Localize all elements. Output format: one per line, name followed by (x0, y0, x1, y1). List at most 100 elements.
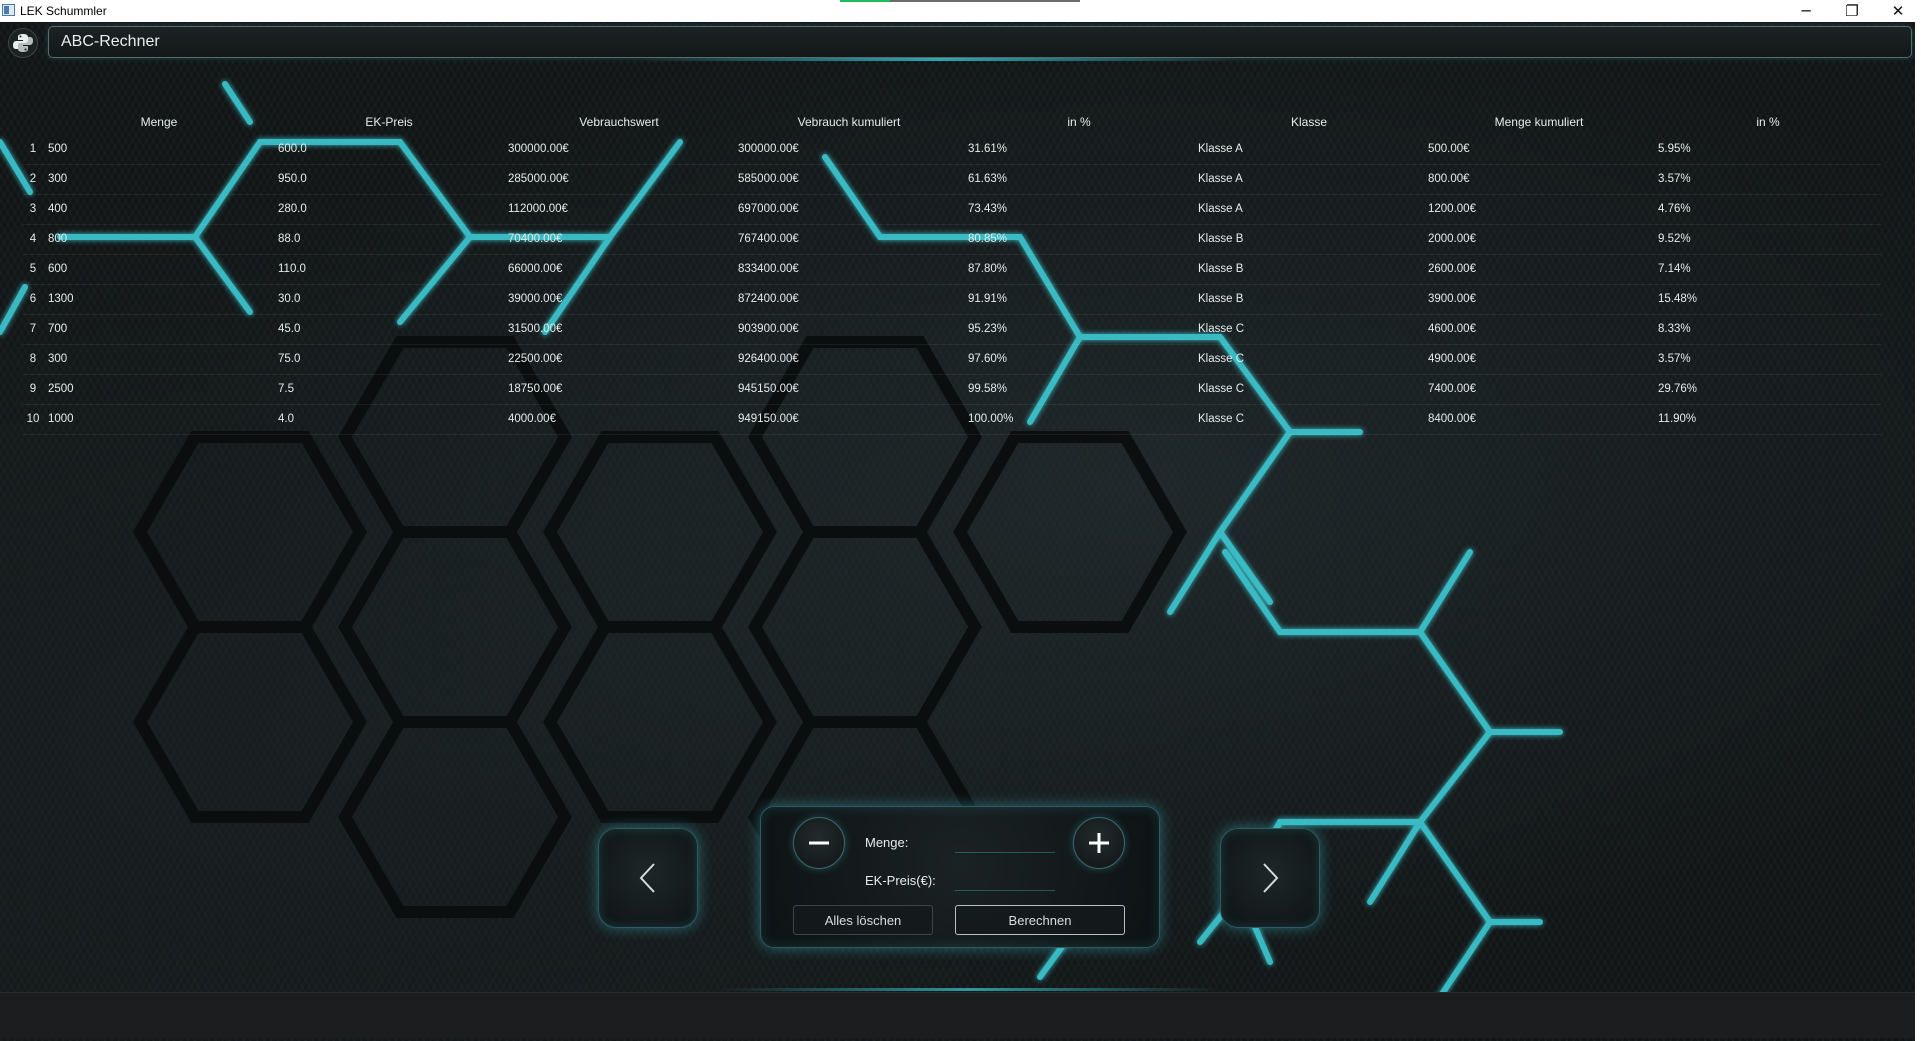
cell-menge-in-percent[interactable]: 5.95% (1654, 134, 1882, 165)
cell-menge-in-percent[interactable]: 3.57% (1654, 344, 1882, 375)
cell-in-percent[interactable]: 99.58% (964, 374, 1194, 405)
cell-in-percent[interactable]: 95.23% (964, 314, 1194, 345)
cell-menge[interactable]: 500 (44, 134, 274, 165)
cell-klasse[interactable]: Klasse B (1194, 284, 1424, 315)
table-row[interactable]: 3 400 280.0 112000.00€ 697000.00€ 73.43% Klass… (22, 194, 1882, 225)
cell-menge[interactable]: 700 (44, 314, 274, 345)
cell-in-percent[interactable]: 31.61% (964, 134, 1194, 165)
cell-menge[interactable]: 2500 (44, 374, 274, 405)
cell-verbrauchswert[interactable]: 39000.00€ (504, 284, 734, 315)
cell-ek-preis[interactable]: 280.0 (274, 194, 504, 225)
cell-verbrauch-kumuliert[interactable]: 949150.00€ (734, 404, 964, 435)
cell-verbrauchswert[interactable]: 70400.00€ (504, 224, 734, 255)
cell-ek-preis[interactable]: 30.0 (274, 284, 504, 315)
table-row[interactable]: 7 700 45.0 31500.00€ 903900.00€ 95.23% Klasse … (22, 314, 1882, 345)
cell-klasse[interactable]: Klasse A (1194, 134, 1424, 165)
table-row[interactable]: 8 300 75.0 22500.00€ 926400.00€ 97.60% Klasse … (22, 344, 1882, 375)
cell-verbrauch-kumuliert[interactable]: 903900.00€ (734, 314, 964, 345)
table-row[interactable]: 5 600 110.0 66000.00€ 833400.00€ 87.80% Klasse… (22, 254, 1882, 285)
cell-menge-kumuliert[interactable]: 500.00€ (1424, 134, 1654, 165)
column-header-menge[interactable]: Menge (44, 110, 274, 134)
table-row[interactable]: 4 800 88.0 70400.00€ 767400.00€ 80.85% Klasse … (22, 224, 1882, 255)
next-button[interactable] (1220, 828, 1320, 928)
cell-verbrauch-kumuliert[interactable]: 945150.00€ (734, 374, 964, 405)
increment-button[interactable] (1073, 817, 1125, 869)
table-row[interactable]: 9 2500 7.5 18750.00€ 945150.00€ 99.58% Klasse … (22, 374, 1882, 405)
column-header-menge-kumuliert[interactable]: Menge kumuliert (1424, 110, 1654, 134)
cell-verbrauch-kumuliert[interactable]: 833400.00€ (734, 254, 964, 285)
cell-in-percent[interactable]: 73.43% (964, 194, 1194, 225)
cell-ek-preis[interactable]: 75.0 (274, 344, 504, 375)
column-header-klasse[interactable]: Klasse (1194, 110, 1424, 134)
cell-menge[interactable]: 600 (44, 254, 274, 285)
cell-ek-preis[interactable]: 4.0 (274, 404, 504, 435)
cell-klasse[interactable]: Klasse C (1194, 404, 1424, 435)
cell-verbrauchswert[interactable]: 18750.00€ (504, 374, 734, 405)
cell-verbrauchswert[interactable]: 22500.00€ (504, 344, 734, 375)
cell-menge-in-percent[interactable]: 4.76% (1654, 194, 1882, 225)
window-titlebar[interactable]: LEK Schummler ─ ❐ ✕ (0, 0, 1921, 22)
cell-klasse[interactable]: Klasse A (1194, 164, 1424, 195)
cell-verbrauch-kumuliert[interactable]: 697000.00€ (734, 194, 964, 225)
cell-menge-kumuliert[interactable]: 4900.00€ (1424, 344, 1654, 375)
cell-ek-preis[interactable]: 600.0 (274, 134, 504, 165)
cell-ek-preis[interactable]: 88.0 (274, 224, 504, 255)
cell-in-percent[interactable]: 61.63% (964, 164, 1194, 195)
cell-ek-preis[interactable]: 45.0 (274, 314, 504, 345)
column-header-in-percent[interactable]: in % (964, 110, 1194, 134)
cell-verbrauch-kumuliert[interactable]: 926400.00€ (734, 344, 964, 375)
previous-button[interactable] (598, 828, 698, 928)
cell-verbrauchswert[interactable]: 285000.00€ (504, 164, 734, 195)
cell-klasse[interactable]: Klasse C (1194, 314, 1424, 345)
cell-menge[interactable]: 800 (44, 224, 274, 255)
cell-menge-in-percent[interactable]: 9.52% (1654, 224, 1882, 255)
column-header-menge-in-percent[interactable]: in % (1654, 110, 1882, 134)
cell-klasse[interactable]: Klasse B (1194, 254, 1424, 285)
cell-ek-preis[interactable]: 7.5 (274, 374, 504, 405)
cell-verbrauch-kumuliert[interactable]: 872400.00€ (734, 284, 964, 315)
cell-verbrauchswert[interactable]: 112000.00€ (504, 194, 734, 225)
maximize-button[interactable]: ❐ (1829, 0, 1875, 22)
cell-menge-in-percent[interactable]: 3.57% (1654, 164, 1882, 195)
cell-menge-in-percent[interactable]: 8.33% (1654, 314, 1882, 345)
cell-menge-kumuliert[interactable]: 2600.00€ (1424, 254, 1654, 285)
cell-menge[interactable]: 1000 (44, 404, 274, 435)
cell-in-percent[interactable]: 100.00% (964, 404, 1194, 435)
table-row[interactable]: 6 1300 30.0 39000.00€ 872400.00€ 91.91% Klasse… (22, 284, 1882, 315)
cell-verbrauch-kumuliert[interactable]: 585000.00€ (734, 164, 964, 195)
cell-klasse[interactable]: Klasse B (1194, 224, 1424, 255)
cell-verbrauchswert[interactable]: 300000.00€ (504, 134, 734, 165)
decrement-button[interactable] (793, 817, 845, 869)
cell-ek-preis[interactable]: 110.0 (274, 254, 504, 285)
menge-input[interactable] (955, 831, 1055, 853)
cell-menge[interactable]: 400 (44, 194, 274, 225)
cell-menge-in-percent[interactable]: 11.90% (1654, 404, 1882, 435)
cell-verbrauchswert[interactable]: 31500.00€ (504, 314, 734, 345)
ek-preis-input[interactable] (955, 869, 1055, 891)
table-row[interactable]: 2 300 950.0 285000.00€ 585000.00€ 61.63% Klass… (22, 164, 1882, 195)
column-header-index[interactable] (22, 110, 44, 134)
cell-in-percent[interactable]: 80.85% (964, 224, 1194, 255)
cell-verbrauch-kumuliert[interactable]: 300000.00€ (734, 134, 964, 165)
cell-menge-kumuliert[interactable]: 1200.00€ (1424, 194, 1654, 225)
cell-menge[interactable]: 300 (44, 344, 274, 375)
cell-menge-kumuliert[interactable]: 4600.00€ (1424, 314, 1654, 345)
cell-in-percent[interactable]: 97.60% (964, 344, 1194, 375)
cell-verbrauch-kumuliert[interactable]: 767400.00€ (734, 224, 964, 255)
minimize-button[interactable]: ─ (1783, 0, 1829, 22)
column-header-ek-preis[interactable]: EK-Preis (274, 110, 504, 134)
cell-menge-kumuliert[interactable]: 8400.00€ (1424, 404, 1654, 435)
cell-menge-kumuliert[interactable]: 7400.00€ (1424, 374, 1654, 405)
clear-all-button[interactable]: Alles löschen (793, 905, 933, 935)
cell-menge-in-percent[interactable]: 29.76% (1654, 374, 1882, 405)
cell-menge-in-percent[interactable]: 7.14% (1654, 254, 1882, 285)
cell-klasse[interactable]: Klasse A (1194, 194, 1424, 225)
cell-menge-kumuliert[interactable]: 3900.00€ (1424, 284, 1654, 315)
column-header-verbrauchswert[interactable]: Vebrauchswert (504, 110, 734, 134)
cell-klasse[interactable]: Klasse C (1194, 374, 1424, 405)
cell-ek-preis[interactable]: 950.0 (274, 164, 504, 195)
table-row[interactable]: 1 500 600.0 300000.00€ 300000.00€ 31.61% Klass… (22, 134, 1882, 165)
cell-in-percent[interactable]: 91.91% (964, 284, 1194, 315)
cell-verbrauchswert[interactable]: 66000.00€ (504, 254, 734, 285)
calculate-button[interactable]: Berechnen (955, 905, 1125, 935)
